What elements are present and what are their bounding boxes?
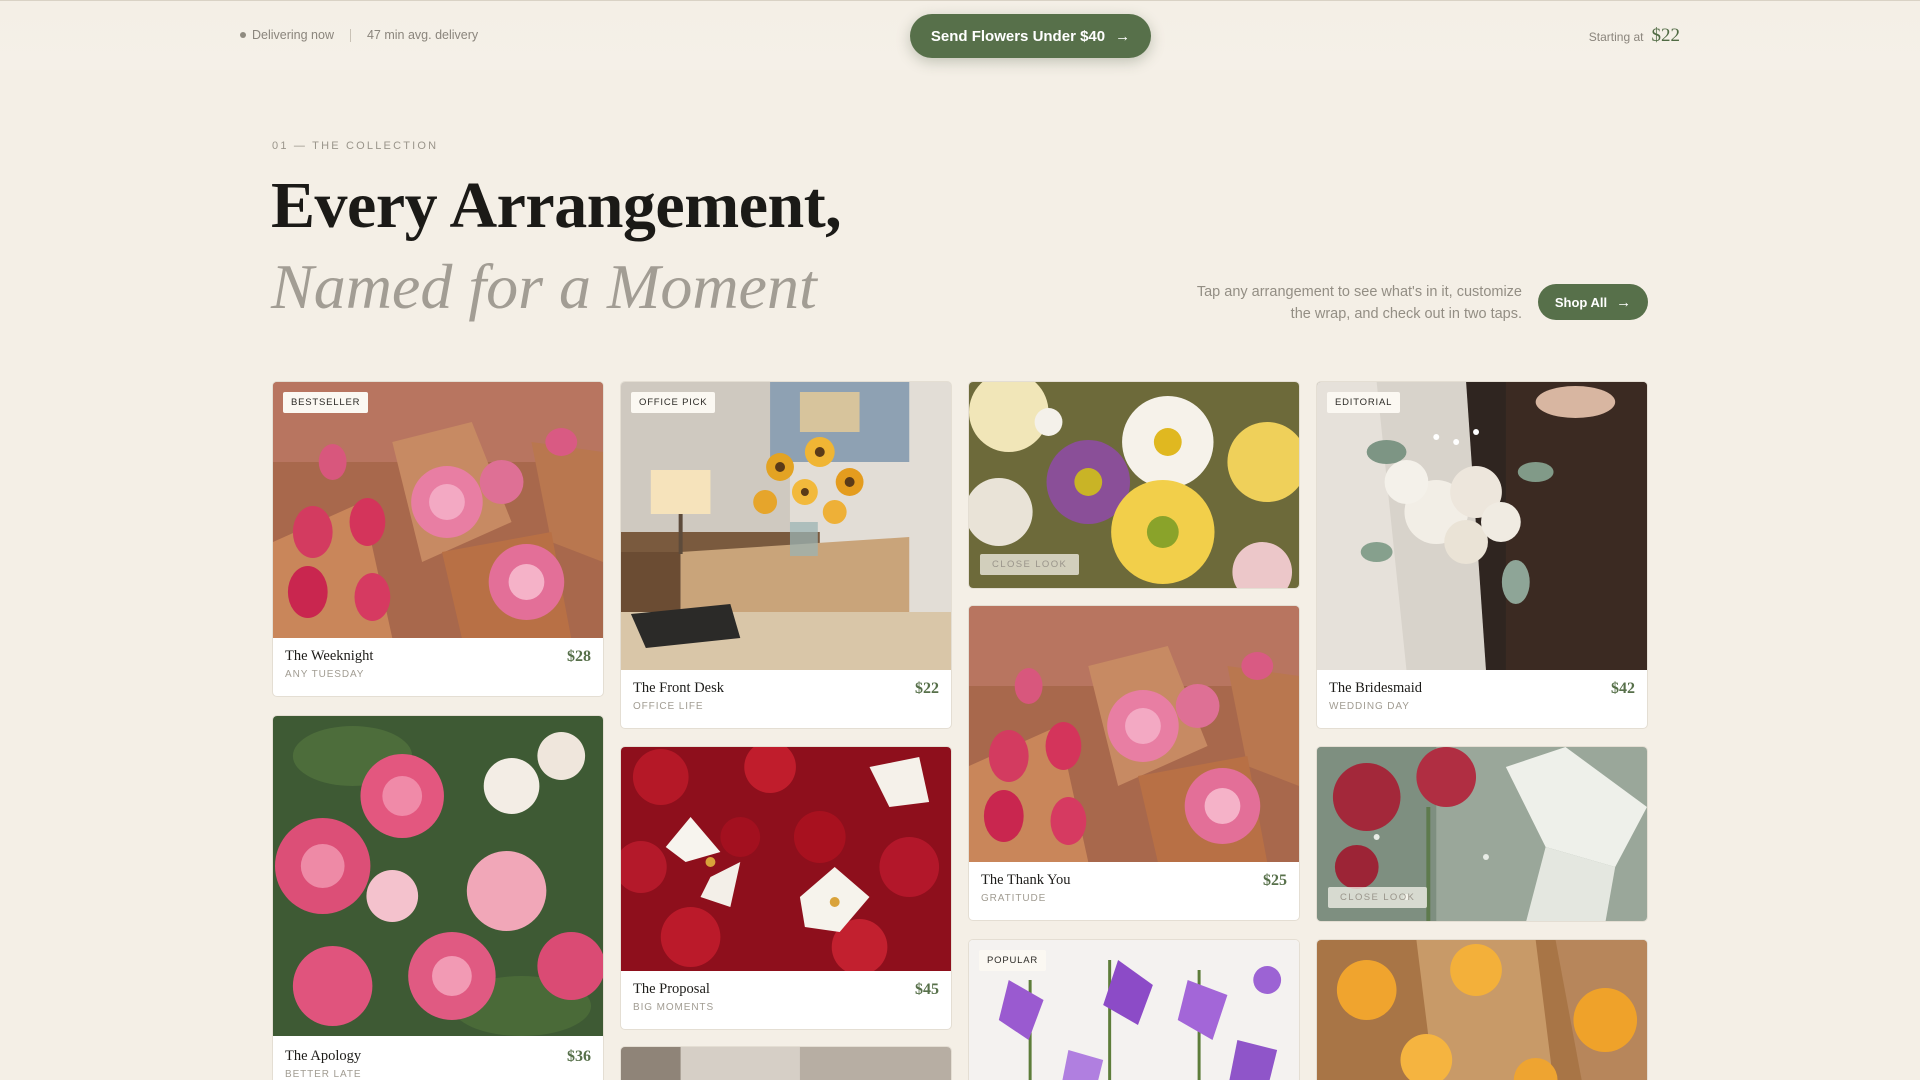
product-name: The Bridesmaid: [1329, 680, 1423, 696]
product-card-proposal[interactable]: The Proposal BIG MOMENTS $45: [620, 746, 952, 1030]
product-name: The Thank You: [981, 872, 1071, 888]
product-badge: OFFICE PICK: [631, 392, 716, 413]
product-price: $28: [567, 648, 591, 665]
send-flowers-label: Send Flowers Under $40: [930, 27, 1106, 45]
product-badge: POPULAR: [979, 950, 1047, 971]
product-card-front-desk[interactable]: OFFICE PICK The Front Desk OFFICE LIFE $…: [620, 381, 952, 729]
product-badge: EDITORIAL: [1327, 392, 1401, 413]
product-occasion: OFFICE LIFE: [633, 701, 704, 712]
product-occasion: GRATITUDE: [981, 893, 1047, 904]
product-name: The Weeknight: [285, 648, 374, 664]
product-card-partial-yellow[interactable]: [1316, 939, 1648, 1080]
shop-all-label: Shop All: [1554, 294, 1608, 310]
product-image: [1317, 940, 1647, 1080]
divider: [349, 28, 351, 42]
product-image: [1317, 382, 1647, 670]
product-occasion: WEDDING DAY: [1329, 701, 1410, 712]
product-image: [621, 382, 951, 670]
collection-description: Tap any arrangement to see what's in it,…: [1196, 284, 1522, 322]
delivery-status-text: Delivering now: [252, 28, 334, 42]
product-info: The Apology BETTER LATE $36: [273, 1036, 603, 1080]
product-card-close-look-lilies[interactable]: CLOSE LOOK: [1316, 746, 1648, 922]
product-image: [969, 606, 1299, 862]
product-image: [621, 747, 951, 971]
shop-all-button[interactable]: Shop All →: [1538, 284, 1648, 320]
close-look-overlay[interactable]: CLOSE LOOK: [1328, 887, 1428, 908]
product-price: $42: [1611, 680, 1635, 697]
product-price: $25: [1263, 872, 1287, 889]
close-look-overlay[interactable]: CLOSE LOOK: [980, 554, 1080, 575]
arrow-right-icon: →: [1616, 293, 1632, 311]
status-dot-icon: [240, 32, 246, 38]
product-info: The Bridesmaid WEDDING DAY $42: [1317, 668, 1647, 728]
product-card-apology[interactable]: The Apology BETTER LATE $36: [272, 715, 604, 1080]
send-flowers-button[interactable]: Send Flowers Under $40 →: [910, 14, 1151, 58]
product-name: The Front Desk: [633, 680, 725, 696]
starting-price-label: Starting at: [1588, 30, 1644, 44]
product-card-thank-you[interactable]: The Thank You GRATITUDE $25: [968, 605, 1300, 921]
section-eyebrow: 01 — THE COLLECTION: [272, 140, 439, 152]
starting-price-value: $22: [1651, 25, 1681, 46]
product-info: The Weeknight ANY TUESDAY $28: [273, 636, 603, 696]
product-price: $45: [915, 981, 939, 998]
product-card-popular[interactable]: POPULAR: [968, 939, 1300, 1080]
product-card-bridesmaid[interactable]: EDITORIAL The Bridesmaid WEDDING DAY $42: [1316, 381, 1648, 729]
product-image: [621, 1047, 951, 1080]
product-price: $36: [567, 1048, 591, 1065]
product-card-close-look-daisies[interactable]: CLOSE LOOK: [968, 381, 1300, 589]
product-info: The Proposal BIG MOMENTS $45: [621, 969, 951, 1029]
page-subtitle: Named for a Moment: [271, 251, 817, 322]
top-bar: Delivering now 47 min avg. delivery Send…: [0, 0, 1920, 70]
product-card-weeknight[interactable]: BESTSELLER The Weeknight ANY TUESDAY $28: [272, 381, 604, 697]
product-image: [273, 716, 603, 1036]
arrow-right-icon: →: [1115, 27, 1131, 45]
product-occasion: BIG MOMENTS: [633, 1002, 715, 1013]
starting-price: Starting at $22: [1589, 25, 1680, 47]
product-info: The Thank You GRATITUDE $25: [969, 860, 1299, 920]
product-occasion: ANY TUESDAY: [285, 669, 365, 680]
product-name: The Proposal: [633, 981, 710, 997]
product-price: $22: [915, 680, 939, 697]
product-badge: BESTSELLER: [283, 392, 369, 413]
product-card-partial[interactable]: [620, 1046, 952, 1080]
delivery-time-text: 47 min avg. delivery: [366, 28, 479, 42]
product-info: The Front Desk OFFICE LIFE $22: [621, 668, 951, 728]
delivery-status: Delivering now 47 min avg. delivery: [240, 28, 478, 42]
product-occasion: BETTER LATE: [285, 1069, 362, 1080]
product-name: The Apology: [285, 1048, 362, 1064]
page-title: Every Arrangement,: [271, 169, 842, 242]
product-image: [273, 382, 603, 638]
